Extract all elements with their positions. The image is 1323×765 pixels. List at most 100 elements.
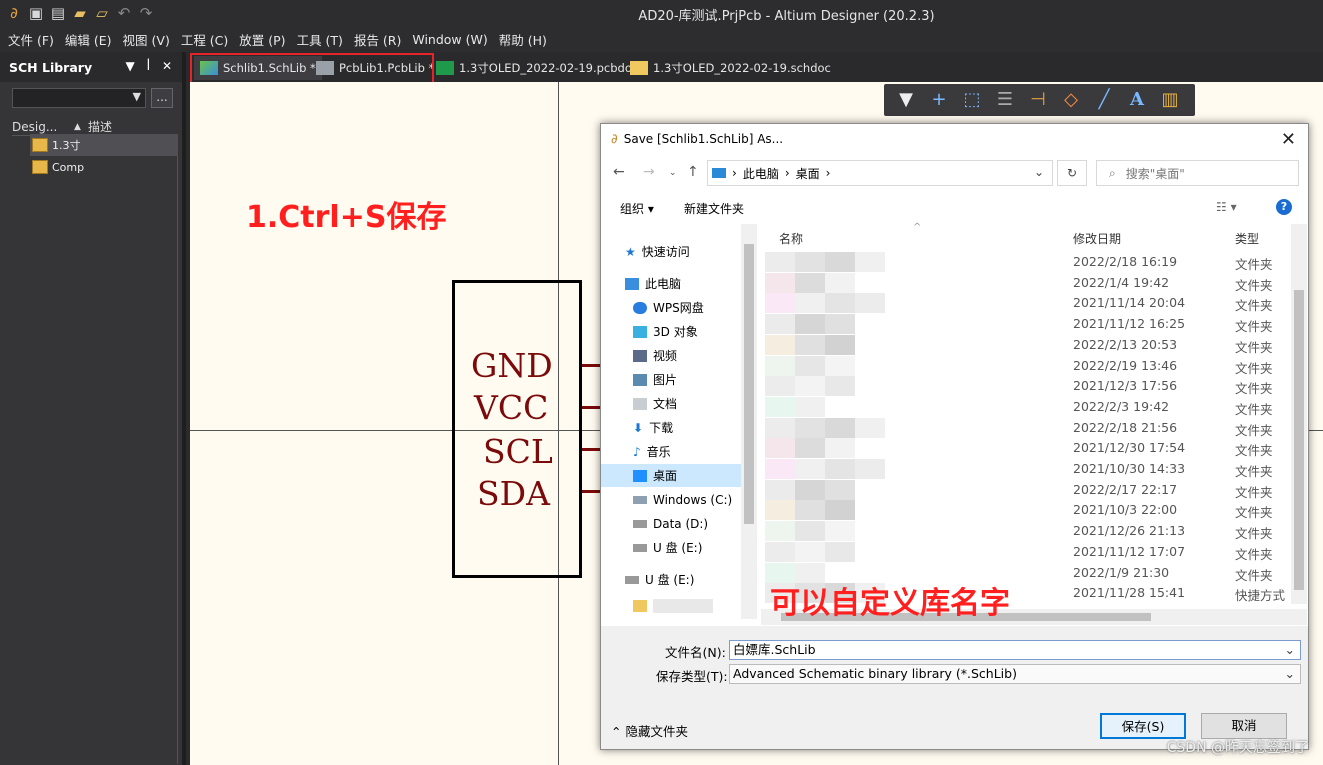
nav-label: 快速访问 (641, 245, 690, 259)
menu-bar: 文件 (F) 编辑 (E) 视图 (V) 工程 (C) 放置 (P) 工具 (T… (0, 26, 1323, 52)
table-row[interactable]: 2022/2/13 20:53 文件夹 (761, 334, 1291, 356)
line-icon[interactable]: ╱ (1092, 88, 1116, 112)
col-name[interactable]: 名称 (779, 230, 803, 247)
active-bar-toolbar: ▼ + ⬚ ☰ ⊣ ◇ ╱ A ▥ (884, 84, 1195, 116)
row-date: 2022/2/17 22:17 (1073, 481, 1178, 497)
component-list (12, 136, 178, 764)
row-date: 2022/2/18 21:56 (1073, 419, 1178, 435)
recent-dropdown-icon[interactable]: ⌄ (669, 168, 677, 178)
address-bar[interactable]: › 此电脑 › 桌面 › ⌄ (707, 160, 1053, 186)
filename-input[interactable]: 白嫖库.SchLib ⌄ (729, 640, 1301, 660)
cube-icon (633, 325, 647, 338)
col-description[interactable]: 描述 (88, 118, 112, 135)
crosshair-icon[interactable]: + (927, 88, 951, 112)
usb-drive-icon (633, 543, 647, 552)
menu-project[interactable]: 工程 (C) (181, 30, 228, 49)
row-date: 2021/11/14 20:04 (1073, 295, 1186, 311)
nav-label: 音乐 (646, 445, 671, 459)
browse-button[interactable]: ... (151, 88, 173, 108)
menu-help[interactable]: 帮助 (H) (499, 30, 547, 49)
table-row[interactable]: 2021/12/3 17:56 文件夹 (761, 376, 1291, 397)
filter-combo[interactable]: ▼ (12, 88, 146, 108)
table-row[interactable]: 2021/11/12 16:25 文件夹 (761, 314, 1291, 335)
menu-reports[interactable]: 报告 (R) (354, 30, 401, 49)
table-row[interactable]: 2021/10/3 22:00 文件夹 (761, 500, 1291, 521)
table-row[interactable]: 2022/1/4 19:42 文件夹 (761, 272, 1291, 294)
align-icon[interactable]: ☰ (993, 88, 1017, 112)
menu-view[interactable]: 视图 (V) (123, 30, 170, 49)
table-row[interactable]: 2021/11/12 17:07 文件夹 (761, 541, 1291, 563)
menu-tools[interactable]: 工具 (T) (297, 30, 343, 49)
col-type[interactable]: 类型 (1235, 230, 1259, 247)
view-options-icon[interactable]: ☷ ▾ (1216, 200, 1237, 214)
table-row[interactable]: 2021/11/14 20:04 文件夹 (761, 293, 1291, 314)
pin-line[interactable] (582, 448, 602, 451)
component-icon[interactable]: ▥ (1158, 88, 1182, 112)
tab-schdoc[interactable]: 1.3寸OLED_2022-02-19.schdoc (624, 56, 837, 80)
table-row[interactable]: 2022/2/18 21:56 文件夹 (761, 417, 1291, 439)
scroll-thumb[interactable] (744, 244, 754, 524)
pin-line[interactable] (582, 364, 602, 367)
tab-pcbdoc[interactable]: 1.3寸OLED_2022-02-19.pcbdoc (430, 56, 644, 80)
select-rect-icon[interactable]: ⬚ (960, 88, 984, 112)
table-row[interactable]: 2022/2/3 19:42 文件夹 (761, 396, 1291, 418)
row-type: 文件夹 (1235, 257, 1273, 272)
nav-label: U 盘 (E:) (645, 573, 695, 587)
organize-button[interactable]: 组织 ▾ (620, 200, 654, 217)
nav-desktop[interactable]: 桌面 (601, 464, 741, 487)
component-body[interactable] (452, 280, 582, 578)
text-icon[interactable]: A (1125, 88, 1149, 112)
computer-icon (625, 277, 639, 290)
nav-scrollbar[interactable] (741, 224, 757, 619)
pin-line[interactable] (582, 490, 602, 493)
filter-icon[interactable]: ▼ (894, 88, 918, 112)
back-arrow-icon[interactable]: ← (613, 164, 625, 180)
chevron-down-icon[interactable]: ⌄ (1034, 165, 1044, 179)
list-item[interactable]: Comp (30, 156, 178, 178)
up-arrow-icon[interactable]: ↑ (687, 164, 699, 180)
menu-file[interactable]: 文件 (F) (8, 30, 54, 49)
menu-window[interactable]: Window (W) (412, 32, 487, 47)
row-type: 文件夹 (1235, 401, 1273, 417)
close-icon[interactable]: ✕ (1281, 129, 1296, 150)
save-button[interactable]: 保存(S) (1100, 713, 1186, 739)
row-type: 文件夹 (1235, 484, 1273, 500)
row-type: 文件夹 (1235, 277, 1273, 293)
filetype-select[interactable]: Advanced Schematic binary library (*.Sch… (729, 664, 1301, 684)
search-box[interactable]: ⌕ 搜索"桌面" (1096, 160, 1299, 186)
monitor-icon (712, 168, 726, 178)
row-date: 2022/2/18 16:19 (1073, 254, 1178, 269)
row-type: 文件夹 (1235, 567, 1273, 583)
cancel-button[interactable]: 取消 (1201, 713, 1287, 739)
menu-place[interactable]: 放置 (P) (239, 30, 285, 49)
file-scrollbar[interactable] (1291, 224, 1307, 604)
forward-arrow-icon[interactable]: → (643, 164, 655, 180)
table-row[interactable]: 2022/2/17 22:17 文件夹 (761, 479, 1291, 501)
table-row[interactable]: 2021/10/30 14:33 文件夹 (761, 459, 1291, 480)
fill-icon[interactable]: ◇ (1059, 88, 1083, 112)
hide-folders-toggle[interactable]: ⌃ 隐藏文件夹 (611, 721, 688, 740)
list-item[interactable]: 1.3寸 (30, 134, 178, 156)
table-row[interactable]: 2022/2/18 16:19 文件夹 (761, 252, 1291, 273)
breadcrumb-computer[interactable]: 此电脑 (743, 165, 779, 182)
refresh-icon[interactable]: ↻ (1057, 160, 1087, 186)
help-icon[interactable]: ? (1276, 199, 1292, 215)
breadcrumb-desktop[interactable]: 桌面 (796, 165, 820, 182)
pin-line[interactable] (582, 406, 602, 409)
chevron-up-icon: ⌃ (611, 724, 622, 739)
panel-controls[interactable]: ▼ ꟾ ✕ (126, 59, 176, 73)
chevron-down-icon[interactable]: ⌄ (1285, 665, 1295, 683)
table-row[interactable]: 2021/12/26 21:13 文件夹 (761, 521, 1291, 542)
blurred-filename (765, 521, 885, 542)
pin-icon[interactable]: ⊣ (1026, 88, 1050, 112)
col-design[interactable]: Desig... (12, 120, 74, 134)
col-date[interactable]: 修改日期 (1073, 230, 1121, 247)
menu-edit[interactable]: 编辑 (E) (65, 30, 112, 49)
star-icon: ★ (625, 244, 636, 259)
scroll-thumb[interactable] (1294, 290, 1304, 590)
row-date: 2022/1/9 21:30 (1073, 564, 1170, 580)
new-folder-button[interactable]: 新建文件夹 (684, 200, 744, 217)
table-row[interactable]: 2022/2/19 13:46 文件夹 (761, 355, 1291, 377)
table-row[interactable]: 2021/12/30 17:54 文件夹 (761, 438, 1291, 459)
chevron-down-icon[interactable]: ⌄ (1285, 641, 1295, 659)
